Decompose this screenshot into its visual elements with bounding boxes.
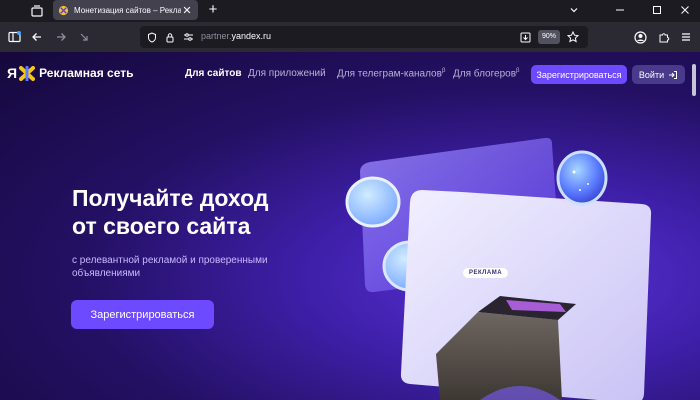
menu-icon[interactable] xyxy=(678,29,694,45)
nav-for-telegram-label: Для телеграм-каналов xyxy=(337,68,442,80)
site-header: Я Рекламная сеть Для сайтов Для приложен… xyxy=(0,52,700,96)
logo-text: Рекламная сеть xyxy=(39,66,134,80)
extensions-icon[interactable] xyxy=(656,29,672,45)
hero-subtitle-line1: с релевантной рекламой и проверенными xyxy=(72,255,268,266)
nav-for-sites[interactable]: Для сайтов xyxy=(185,68,242,79)
forward-icon[interactable] xyxy=(53,29,69,45)
nav-for-telegram[interactable]: Для телеграм-каналовβ xyxy=(337,68,445,79)
logo-mark-icon xyxy=(19,65,36,81)
close-window-icon[interactable] xyxy=(675,2,695,18)
url-text[interactable]: partner.yandex.ru xyxy=(201,31,271,41)
yandex-favicon-icon xyxy=(58,5,69,15)
tabs-dropdown-icon[interactable] xyxy=(564,2,584,18)
bookmark-star-icon[interactable] xyxy=(565,29,581,45)
sidebar-icon[interactable] xyxy=(6,29,22,45)
hero-title: Получайте доход от своего сайта xyxy=(72,184,332,240)
tab-title: Монетизация сайтов – Рекламная xyxy=(74,5,181,15)
zoom-level-badge[interactable]: 90% xyxy=(538,30,561,44)
nav-for-apps[interactable]: Для приложений xyxy=(248,68,326,79)
hero-subtitle: с релевантной рекламой и проверенными об… xyxy=(72,254,312,280)
nav-for-bloggers[interactable]: Для блогеровβ xyxy=(453,68,519,79)
minimize-icon[interactable] xyxy=(610,2,630,18)
login-button[interactable]: Войти xyxy=(632,65,685,84)
login-label: Войти xyxy=(638,69,665,80)
page-content: Я Рекламная сеть Для сайтов Для приложен… xyxy=(0,52,700,400)
back-icon[interactable] xyxy=(29,29,45,45)
lock-icon[interactable] xyxy=(162,29,178,45)
register-button-hero[interactable]: Зарегистрироваться xyxy=(71,300,214,329)
site-logo[interactable]: Я Рекламная сеть xyxy=(7,65,133,81)
hero-subtitle-line2: объявлениями xyxy=(72,268,141,279)
login-icon xyxy=(669,70,678,79)
url-prefix: partner. xyxy=(201,31,232,41)
account-icon[interactable] xyxy=(632,29,648,45)
ad-badge: РЕКЛАМА xyxy=(463,268,509,278)
url-host: yandex.ru xyxy=(231,31,272,41)
scrollbar-thumb[interactable] xyxy=(692,64,696,96)
maximize-icon[interactable] xyxy=(647,2,667,18)
ad-speaker-illustration xyxy=(345,137,652,400)
hero-illustration: РЕКЛАМА xyxy=(330,132,660,400)
close-tab-icon[interactable]: ✕ xyxy=(181,4,193,17)
shield-icon[interactable] xyxy=(144,29,160,45)
tab-active[interactable]: Монетизация сайтов – Рекламная ✕ xyxy=(53,0,198,20)
nav-for-bloggers-label: Для блогеров xyxy=(453,68,517,80)
reload-disabled-icon[interactable] xyxy=(76,29,92,45)
register-button-header[interactable]: Зарегистрироваться xyxy=(531,65,627,84)
url-bar[interactable]: partner.yandex.ru 90% xyxy=(140,26,588,48)
tab-overview-icon[interactable] xyxy=(28,2,46,20)
site-permissions-icon[interactable] xyxy=(180,29,196,45)
logo-ya: Я xyxy=(7,65,18,81)
tab-strip: Монетизация сайтов – Рекламная ✕ + xyxy=(0,0,700,22)
hero-title-line1: Получайте доход xyxy=(72,185,269,211)
new-tab-button[interactable]: + xyxy=(205,1,221,18)
hero-title-line2: от своего сайта xyxy=(72,213,251,239)
beta-mark: β xyxy=(516,68,520,74)
beta-mark: β xyxy=(441,68,446,74)
navigation-toolbar: partner.yandex.ru 90% xyxy=(0,22,700,52)
download-icon[interactable] xyxy=(517,29,533,45)
